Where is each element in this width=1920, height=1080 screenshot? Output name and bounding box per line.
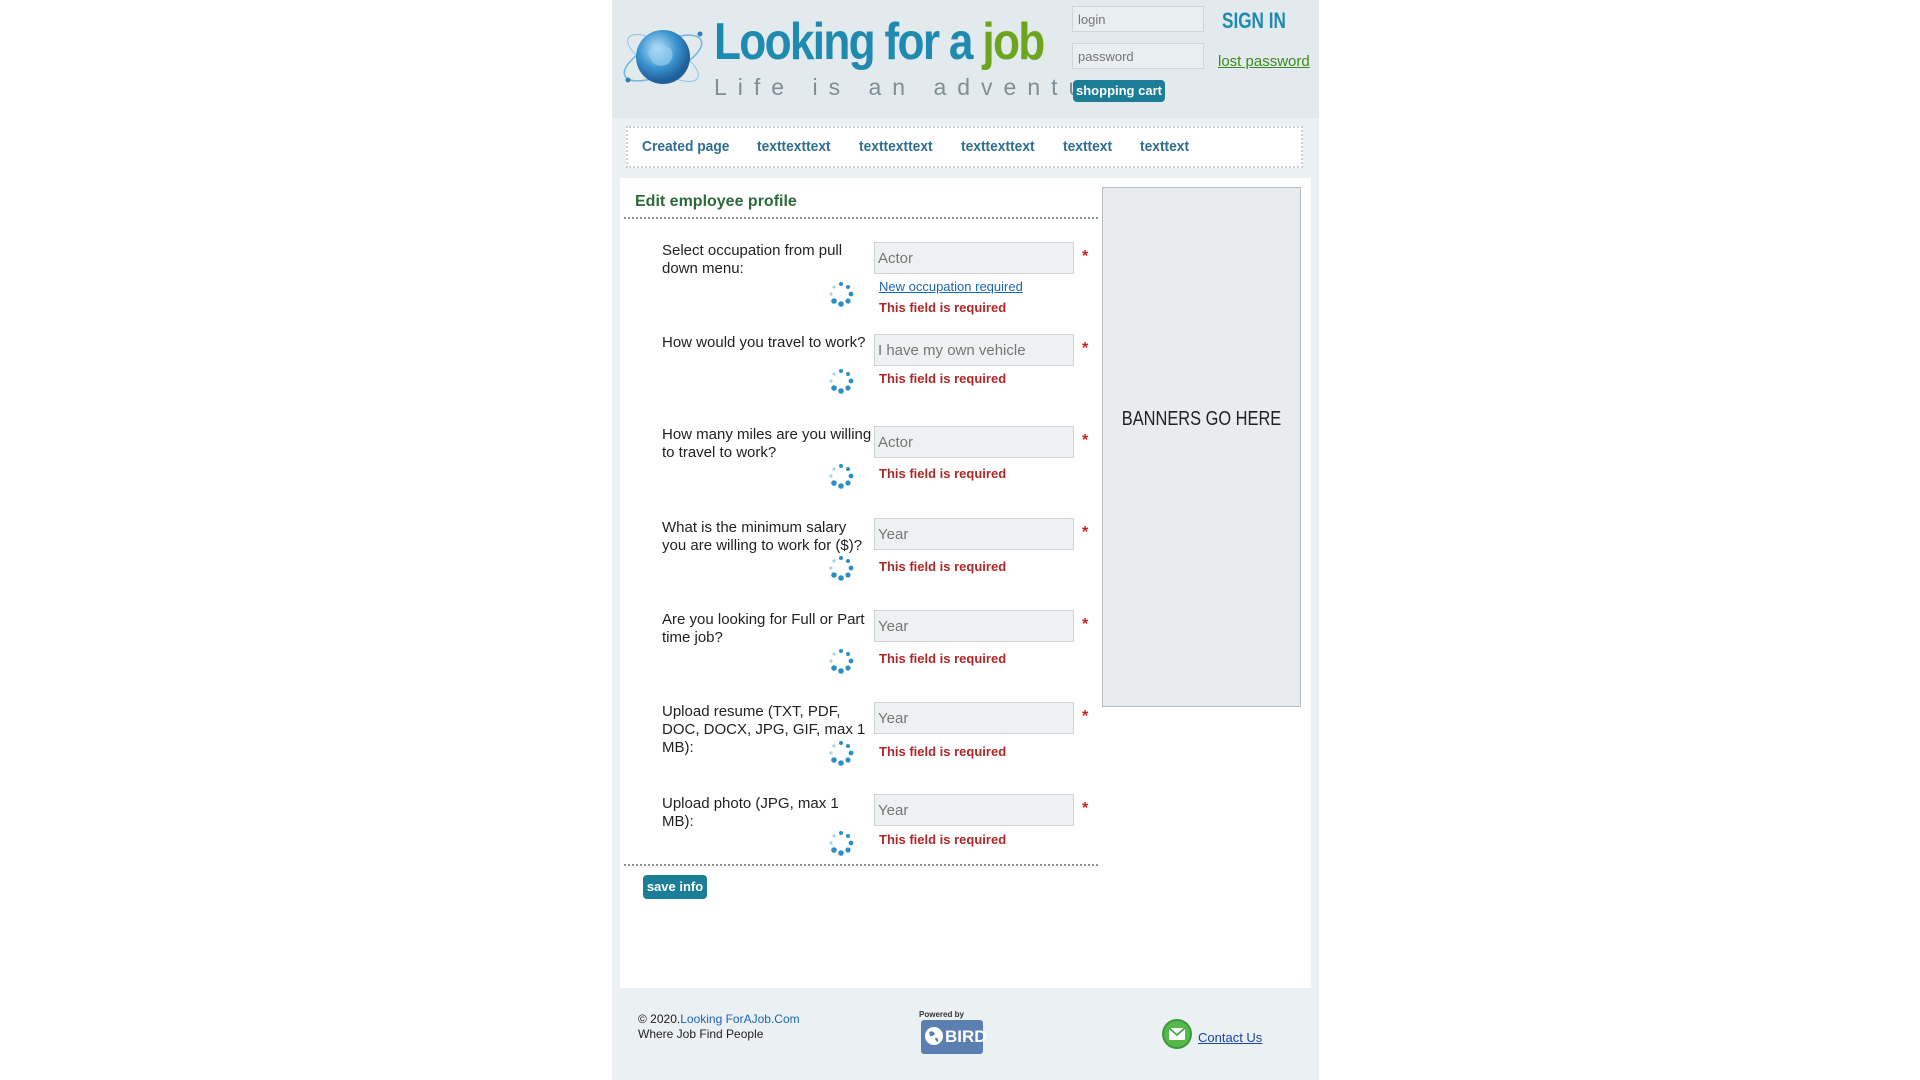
miles-select[interactable] (874, 426, 1074, 458)
bird-logo-text: BIRD (945, 1027, 987, 1046)
required-marker: * (1082, 340, 1089, 357)
field-label-occupation: Select occupation from pull down menu: (662, 242, 843, 277)
loading-spinner-icon (829, 831, 854, 856)
page-title: Edit employee profile (635, 193, 797, 210)
powered-by-label: Powered by (919, 1010, 964, 1019)
powered-by-badge[interactable]: Powered by BIRD (919, 1010, 987, 1058)
new-occupation-link[interactable]: New occupation required (879, 279, 1023, 294)
nav-item-created-page[interactable]: Created page (642, 138, 729, 155)
salary-input[interactable] (874, 518, 1074, 550)
required-marker: * (1082, 248, 1089, 265)
required-marker: * (1082, 708, 1089, 725)
field-label-miles: How many miles are you willing to travel… (662, 426, 872, 461)
contact-us-link[interactable]: Contact Us (1198, 1030, 1262, 1045)
loading-spinner-icon (829, 369, 854, 394)
field-error: This field is required (879, 300, 1007, 315)
site-header: Looking for a job Life is an adventure S… (612, 0, 1319, 118)
mail-icon[interactable] (1161, 1018, 1193, 1050)
logo-title-part1: Looking for a (714, 13, 983, 71)
field-error: This field is required (879, 832, 1007, 847)
nav-item-3[interactable]: texttexttext (859, 138, 933, 155)
loading-spinner-icon (829, 556, 854, 581)
required-marker: * (1082, 616, 1089, 633)
field-label-job-type: Are you looking for Full or Part time jo… (662, 611, 865, 646)
travel-select[interactable] (874, 334, 1074, 366)
nav-item-6[interactable]: texttext (1140, 138, 1189, 155)
field-error: This field is required (879, 371, 1007, 386)
required-marker: * (1082, 524, 1089, 541)
nav-item-5[interactable]: texttext (1063, 138, 1112, 155)
job-type-select[interactable] (874, 610, 1074, 642)
sign-in-button[interactable]: SIGN IN (1222, 8, 1286, 34)
loading-spinner-icon (829, 464, 854, 489)
nav-item-2[interactable]: texttexttext (757, 138, 831, 155)
shopping-cart-button[interactable]: shopping cart (1073, 80, 1165, 102)
nav-item-4[interactable]: texttexttext (961, 138, 1035, 155)
resume-upload[interactable] (874, 702, 1074, 734)
banner-area: BANNERS GO HERE (1102, 187, 1301, 707)
globe-logo-icon (623, 30, 703, 84)
site-footer: © 2020.Looking ForAJob.Com Where Job Fin… (612, 1000, 1319, 1080)
field-error: This field is required (879, 651, 1007, 666)
field-error: This field is required (879, 466, 1007, 481)
banner-placeholder-text: BANNERS GO HERE (1121, 408, 1282, 430)
loading-spinner-icon (829, 649, 854, 674)
copyright-site-link[interactable]: Looking ForAJob.Com (680, 1012, 799, 1026)
loading-spinner-icon (829, 741, 854, 766)
photo-upload[interactable] (874, 794, 1074, 826)
site-logo-title[interactable]: Looking for a job (714, 13, 1045, 71)
page-container: Looking for a job Life is an adventure S… (612, 0, 1319, 1080)
save-info-button[interactable]: save info (643, 875, 707, 899)
divider-bottom (624, 864, 1098, 866)
footer-slogan: Where Job Find People (638, 1027, 764, 1041)
field-label-travel: How would you travel to work? (662, 334, 866, 351)
loading-spinner-icon (829, 282, 854, 307)
main-content: Edit employee profile Select occupation … (620, 178, 1311, 988)
required-marker: * (1082, 432, 1089, 449)
field-label-salary: What is the minimum salary you are willi… (662, 519, 863, 554)
required-marker: * (1082, 800, 1089, 817)
globe-icon (925, 1027, 943, 1045)
password-input[interactable] (1072, 43, 1204, 69)
divider-top (624, 217, 1098, 219)
site-tagline: Life is an adventure (714, 74, 1135, 100)
field-label-photo: Upload photo (JPG, max 1 MB): (662, 795, 839, 830)
main-nav: Created page texttexttext texttexttext t… (626, 126, 1303, 168)
lost-password-link[interactable]: lost password (1218, 53, 1310, 70)
logo-title-part2: job (982, 13, 1045, 71)
occupation-select[interactable] (874, 242, 1074, 274)
field-error: This field is required (879, 744, 1007, 759)
copyright: © 2020.Looking ForAJob.Com Where Job Fin… (638, 1012, 800, 1042)
bird-logo: BIRD (921, 1020, 987, 1054)
copyright-prefix: © 2020. (638, 1012, 681, 1026)
login-input[interactable] (1072, 6, 1204, 32)
field-error: This field is required (879, 559, 1007, 574)
